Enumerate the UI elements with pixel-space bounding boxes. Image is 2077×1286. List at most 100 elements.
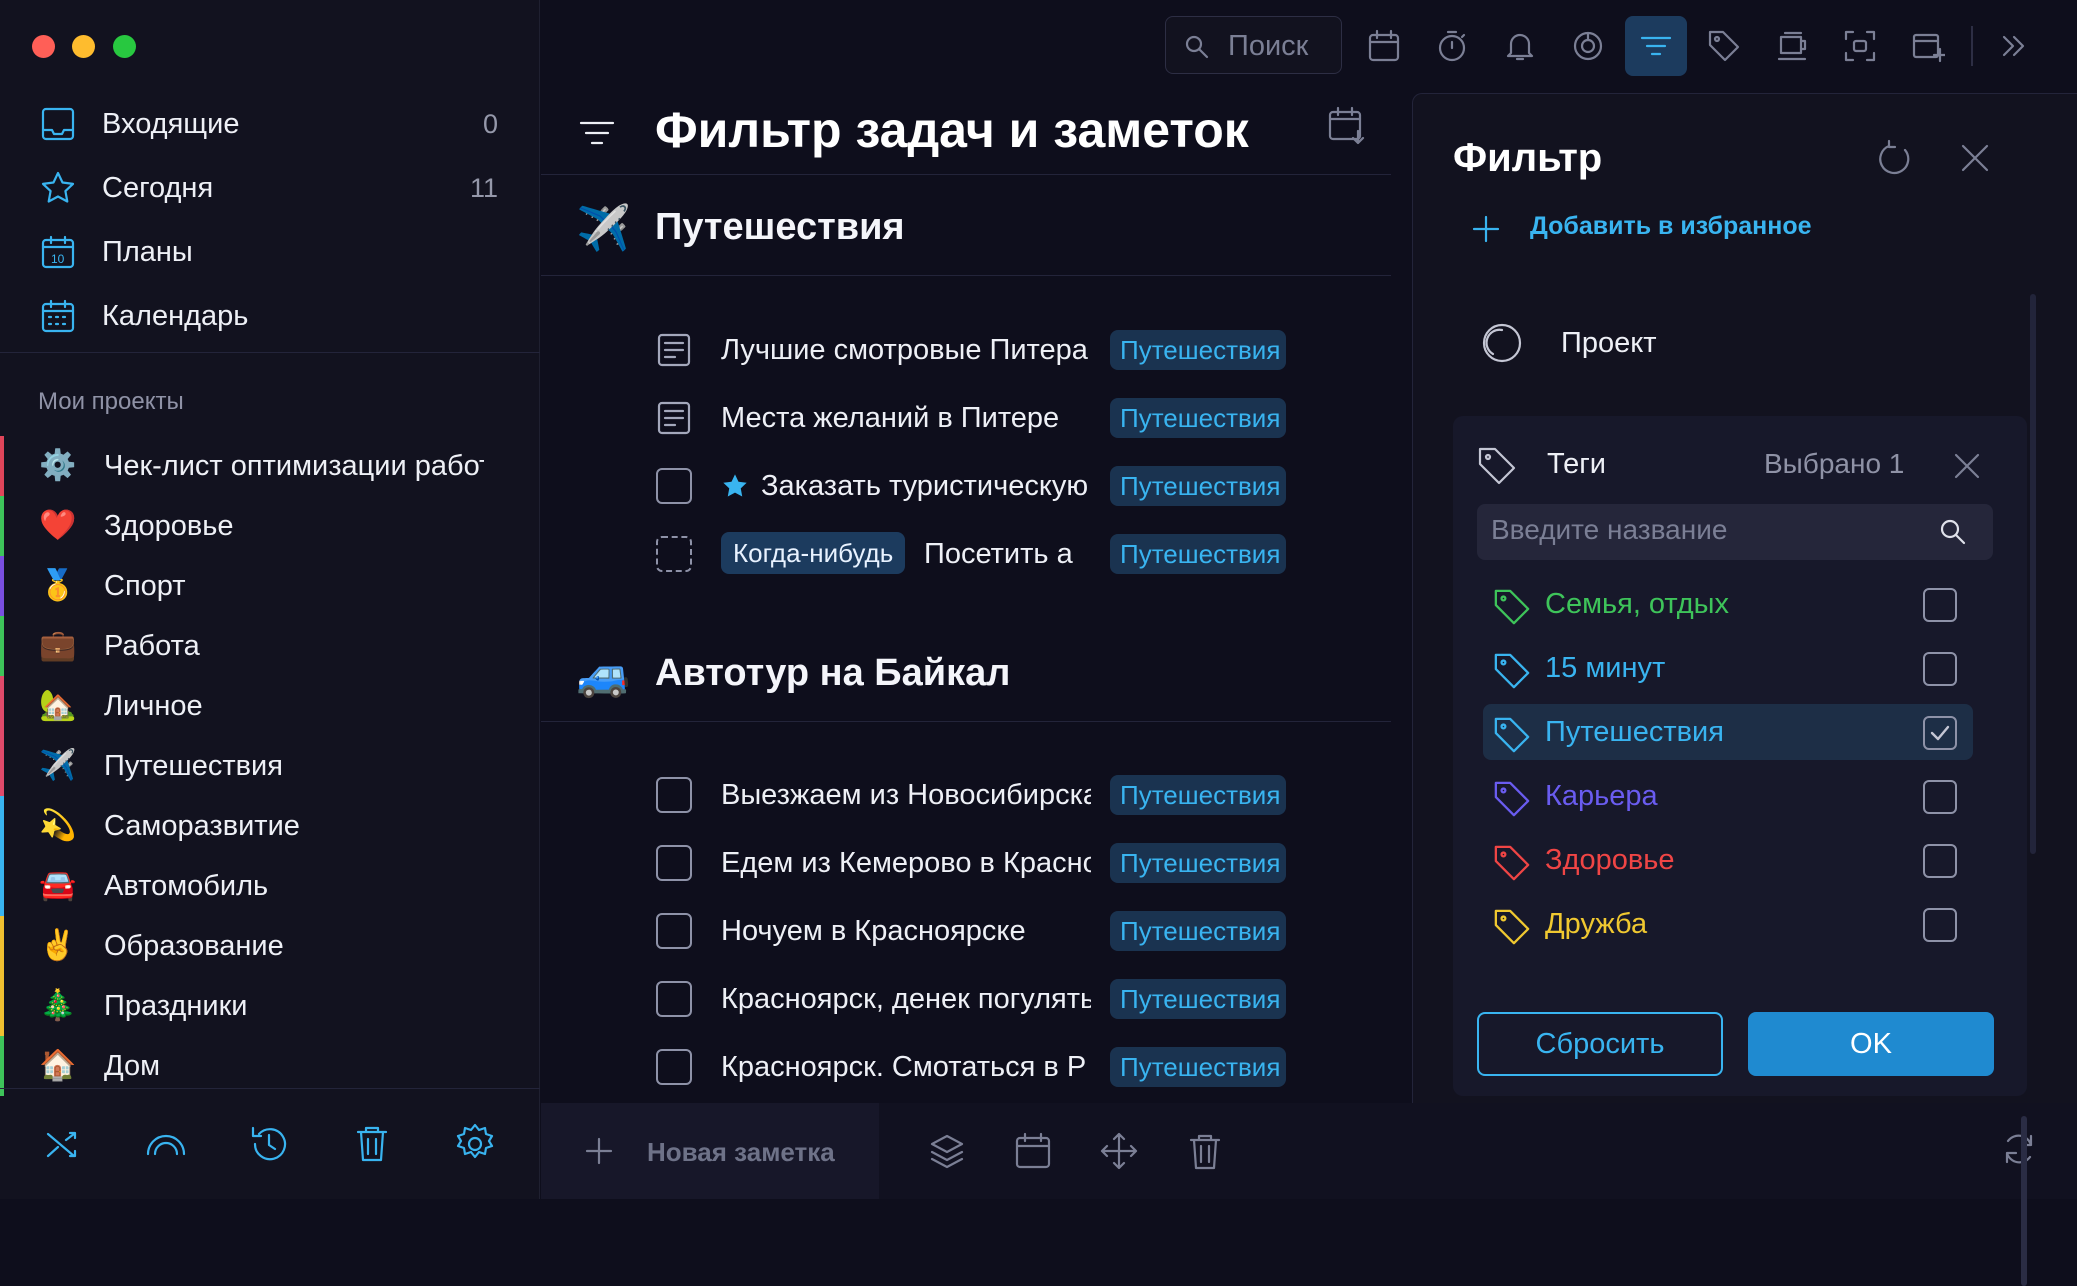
tag-checkbox[interactable] xyxy=(1923,652,1957,686)
task-checkbox[interactable] xyxy=(656,777,692,813)
task-row[interactable]: Лучшие смотровые Питера Путешествия xyxy=(541,320,1391,380)
nav-inbox[interactable]: Входящие 0 xyxy=(0,92,540,156)
task-checkbox[interactable] xyxy=(656,913,692,949)
tag-option[interactable]: Карьера xyxy=(1483,768,1973,824)
project-item[interactable]: 🥇 Спорт xyxy=(0,556,540,616)
task-checkbox[interactable] xyxy=(656,981,692,1017)
task-tag[interactable]: Путешествия xyxy=(1110,1047,1286,1087)
project-item[interactable]: 🏡 Личное xyxy=(0,676,540,736)
project-item[interactable]: ❤️ Здоровье xyxy=(0,496,540,556)
trash-icon[interactable] xyxy=(1185,1131,1225,1171)
sync-icon[interactable] xyxy=(2001,1131,2037,1167)
project-item[interactable]: ⚙️ Чек-лист оптимизации работы xyxy=(0,436,540,496)
task-checkbox[interactable] xyxy=(656,845,692,881)
ok-button[interactable]: OK xyxy=(1748,1012,1994,1076)
task-tag[interactable]: Путешествия xyxy=(1110,330,1286,370)
task-row[interactable]: Красноярск. Смотаться в Р Путешествия xyxy=(541,1037,1391,1097)
close-icon[interactable] xyxy=(1959,142,1991,174)
task-tag[interactable]: Путешествия xyxy=(1110,466,1286,506)
project-item[interactable]: ✈️ Путешествия xyxy=(0,736,540,796)
new-note-button[interactable]: Новая заметка xyxy=(541,1103,879,1199)
reset-rotate-icon[interactable] xyxy=(1875,138,1915,178)
trash-icon[interactable] xyxy=(348,1120,396,1168)
add-window-icon[interactable] xyxy=(1897,16,1959,76)
history-icon[interactable] xyxy=(245,1120,293,1168)
chevrons-right-icon[interactable] xyxy=(1983,16,2045,76)
project-item[interactable]: 💫 Саморазвитие xyxy=(0,796,540,856)
tag-option[interactable]: Семья, отдых xyxy=(1483,576,1973,632)
tag-icon[interactable] xyxy=(1693,16,1755,76)
section-header[interactable]: 🚙 Автотур на Байкал xyxy=(541,622,1391,722)
project-filter-row[interactable]: Проект xyxy=(1453,292,2027,392)
tag-search-input[interactable]: Введите название xyxy=(1477,504,1993,560)
calendar-icon[interactable] xyxy=(1353,16,1415,76)
task-tag[interactable]: Путешествия xyxy=(1110,398,1286,438)
task-tag[interactable]: Путешествия xyxy=(1110,843,1286,883)
task-tag[interactable]: Путешествия xyxy=(1110,775,1286,815)
task-checkbox[interactable] xyxy=(656,468,692,504)
tag-checkbox[interactable] xyxy=(1923,588,1957,622)
task-row[interactable]: Заказать туристическую Путешествия xyxy=(541,456,1391,516)
calendar-download-icon[interactable] xyxy=(1326,105,1368,147)
task-row[interactable]: Красноярск, денек погулять Путешествия xyxy=(541,969,1391,1029)
tag-option[interactable]: Дружба xyxy=(1483,896,1973,952)
close-window-button[interactable] xyxy=(32,35,55,58)
tag-checkbox[interactable] xyxy=(1923,780,1957,814)
task-tag[interactable]: Путешествия xyxy=(1110,911,1286,951)
reset-button[interactable]: Сбросить xyxy=(1477,1012,1723,1076)
project-item[interactable]: 🚘 Автомобиль xyxy=(0,856,540,916)
task-row[interactable]: Едем из Кемерово в Красноярск Путешествия xyxy=(541,833,1391,893)
timer-icon[interactable] xyxy=(1421,16,1483,76)
tag-checkbox[interactable] xyxy=(1923,908,1957,942)
bell-icon[interactable] xyxy=(1489,16,1551,76)
filter-icon[interactable] xyxy=(1625,16,1687,76)
shuffle-icon[interactable] xyxy=(40,1120,88,1168)
tag-list-scrollbar[interactable] xyxy=(2021,1116,2027,1286)
someday-badge[interactable]: Когда-нибудь xyxy=(721,532,906,574)
maximize-window-button[interactable] xyxy=(113,35,136,58)
task-row[interactable]: Выезжаем из Новосибирска Путешествия xyxy=(541,765,1391,825)
add-favorite-link[interactable]: Добавить в избранное xyxy=(1530,212,1812,241)
task-row[interactable]: Когда-нибудь Посетить а Путешествия xyxy=(541,524,1391,584)
section-header[interactable]: ✈️ Путешествия xyxy=(541,176,1391,276)
rainbow-icon[interactable] xyxy=(142,1120,190,1168)
project-color-bar xyxy=(0,436,4,496)
task-row[interactable]: Места желаний в Питере Путешествия xyxy=(541,388,1391,448)
inbox-icon xyxy=(40,106,76,142)
task-row[interactable]: Ночуем в Красноярске Путешествия xyxy=(541,901,1391,961)
move-icon[interactable] xyxy=(1099,1131,1139,1171)
filter-scrollbar[interactable] xyxy=(2030,294,2036,854)
tag-option[interactable]: Путешествия xyxy=(1483,704,1973,760)
project-item[interactable]: 🎄 Праздники xyxy=(0,976,540,1036)
layers-icon[interactable] xyxy=(927,1131,967,1171)
minimize-window-button[interactable] xyxy=(72,35,95,58)
task-tag[interactable]: Путешествия xyxy=(1110,534,1286,574)
project-emoji: 🚘 xyxy=(39,869,77,902)
task-tag[interactable]: Путешествия xyxy=(1110,979,1286,1019)
tag-name: Семья, отдых xyxy=(1545,588,1730,620)
project-item[interactable]: 💼 Работа xyxy=(0,616,540,676)
tag-checkbox[interactable] xyxy=(1923,716,1957,750)
project-color-bar xyxy=(0,496,4,556)
nav-plans[interactable]: 10 Планы xyxy=(0,220,540,284)
calendar-icon[interactable] xyxy=(1013,1131,1053,1171)
task-checkbox[interactable] xyxy=(656,536,692,572)
tag-checkbox[interactable] xyxy=(1923,844,1957,878)
tag-option[interactable]: Здоровье xyxy=(1483,832,1973,888)
clear-tags-icon[interactable] xyxy=(1953,452,1981,480)
gear-icon[interactable] xyxy=(451,1120,499,1168)
project-filter-label: Проект xyxy=(1561,327,1657,359)
plus-icon[interactable] xyxy=(1471,214,1501,244)
tag-option[interactable]: 15 минут xyxy=(1483,640,1973,696)
calendar-10-icon: 10 xyxy=(40,234,76,270)
project-item[interactable]: 🏠 Дом xyxy=(0,1036,540,1096)
project-item[interactable]: ✌️ Образование xyxy=(0,916,540,976)
search-input[interactable]: Поиск xyxy=(1165,16,1342,74)
task-checkbox[interactable] xyxy=(656,1049,692,1085)
mug-icon[interactable] xyxy=(1761,16,1823,76)
focus-icon[interactable] xyxy=(1557,16,1619,76)
nav-today[interactable]: Сегодня 11 xyxy=(0,156,540,220)
nav-calendar[interactable]: Календарь xyxy=(0,284,540,348)
screenshot-icon[interactable] xyxy=(1829,16,1891,76)
sort-icon[interactable] xyxy=(577,113,617,153)
